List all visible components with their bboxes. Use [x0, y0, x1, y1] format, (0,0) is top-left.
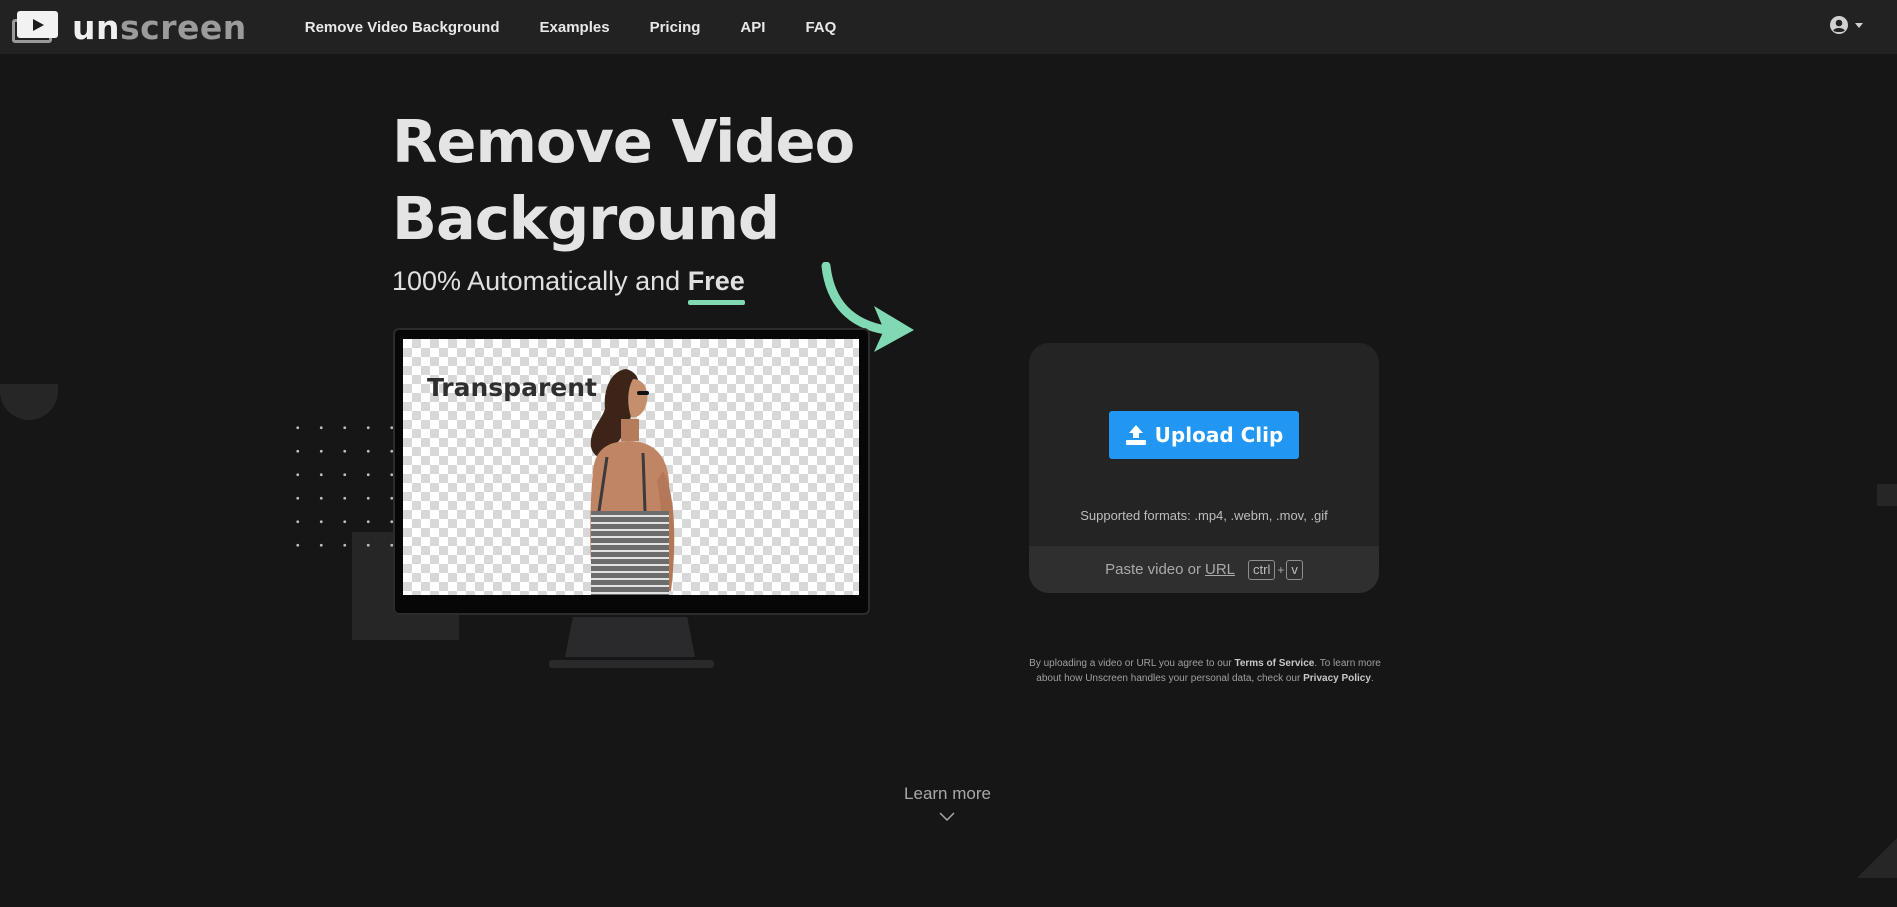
upload-clip-button[interactable]: Upload Clip — [1109, 411, 1299, 459]
nav-link-examples[interactable]: Examples — [540, 19, 610, 36]
transparent-preview-screen: Transparent — [403, 339, 859, 595]
top-nav: unscreen Remove Video Background Example… — [0, 0, 1897, 54]
monitor-stand — [565, 617, 695, 657]
hero-title: Remove Video Background — [392, 103, 952, 257]
legal-notice: By uploading a video or URL you agree to… — [1020, 656, 1390, 686]
key-v: v — [1286, 559, 1303, 580]
key-plus: + — [1277, 562, 1285, 577]
terms-of-service-link[interactable]: Terms of Service — [1234, 658, 1314, 669]
nav-link-faq[interactable]: FAQ — [805, 19, 836, 36]
paste-prefix: Paste video or — [1105, 561, 1201, 578]
paste-url-bar[interactable]: Paste video or URL ctrl + v — [1029, 546, 1379, 593]
upload-icon — [1125, 425, 1146, 445]
paste-url-link[interactable]: URL — [1205, 561, 1235, 578]
supported-formats: Supported formats: .mp4, .webm, .mov, .g… — [1080, 508, 1328, 523]
decorative-square — [1877, 484, 1897, 506]
privacy-policy-link[interactable]: Privacy Policy — [1303, 673, 1371, 684]
upload-clip-label: Upload Clip — [1154, 423, 1284, 447]
decorative-half-circle — [0, 384, 58, 420]
nav-link-pricing[interactable]: Pricing — [650, 19, 701, 36]
user-circle-icon — [1830, 16, 1848, 34]
nav-link-api[interactable]: API — [740, 19, 765, 36]
hero-subtitle: 100% Automatically and Free — [392, 266, 745, 305]
key-ctrl: ctrl — [1248, 559, 1276, 580]
decorative-dot-grid — [286, 416, 396, 566]
decorative-triangle — [1857, 838, 1897, 878]
caret-down-icon — [1855, 22, 1863, 28]
learn-more-link[interactable]: Learn more — [880, 784, 1015, 804]
logo-wordmark: unscreen — [72, 7, 247, 47]
upload-card: Upload Clip Supported formats: .mp4, .we… — [1029, 343, 1379, 593]
hero-title-line-2: Background — [392, 184, 780, 253]
chevron-down-icon[interactable] — [939, 812, 955, 822]
nav-link-remove-video-background[interactable]: Remove Video Background — [305, 19, 500, 36]
legal-text-1: By uploading a video or URL you agree to… — [1029, 658, 1235, 669]
logo-icon — [12, 11, 58, 43]
nav-links: Remove Video Background Examples Pricing… — [305, 19, 877, 36]
legal-text-3: . — [1370, 673, 1374, 684]
monitor-preview: Transparent — [393, 328, 870, 615]
hero-title-line-1: Remove Video — [392, 107, 855, 176]
person-cutout-image — [590, 369, 675, 595]
user-menu[interactable] — [1829, 15, 1863, 35]
unscreen-logo[interactable]: unscreen — [12, 0, 247, 54]
monitor-base — [549, 660, 714, 668]
hero-subtitle-highlight: Free — [687, 266, 745, 305]
hero-subtitle-text: 100% Automatically and — [392, 266, 688, 296]
